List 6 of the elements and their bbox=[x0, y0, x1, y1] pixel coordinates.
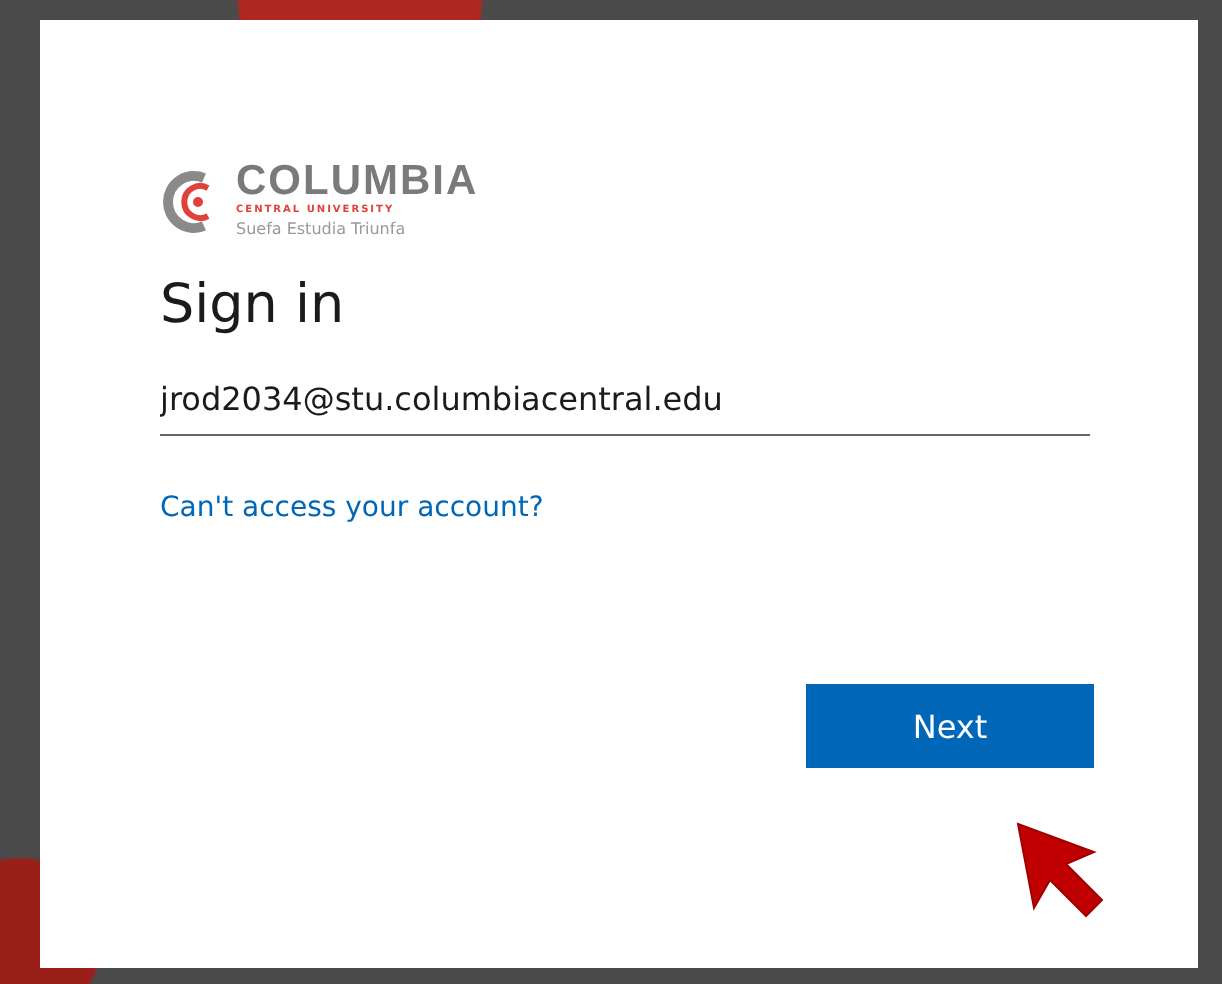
next-button[interactable]: Next bbox=[806, 684, 1094, 768]
logo-name: COLUMBIA bbox=[236, 160, 479, 204]
pointer-cursor-icon bbox=[1014, 820, 1106, 920]
account-help-link[interactable]: Can't access your account? bbox=[160, 492, 544, 524]
logo-motto: Suefa Estudia Triunfa bbox=[236, 218, 408, 242]
sign-in-title: Sign in bbox=[160, 274, 347, 336]
